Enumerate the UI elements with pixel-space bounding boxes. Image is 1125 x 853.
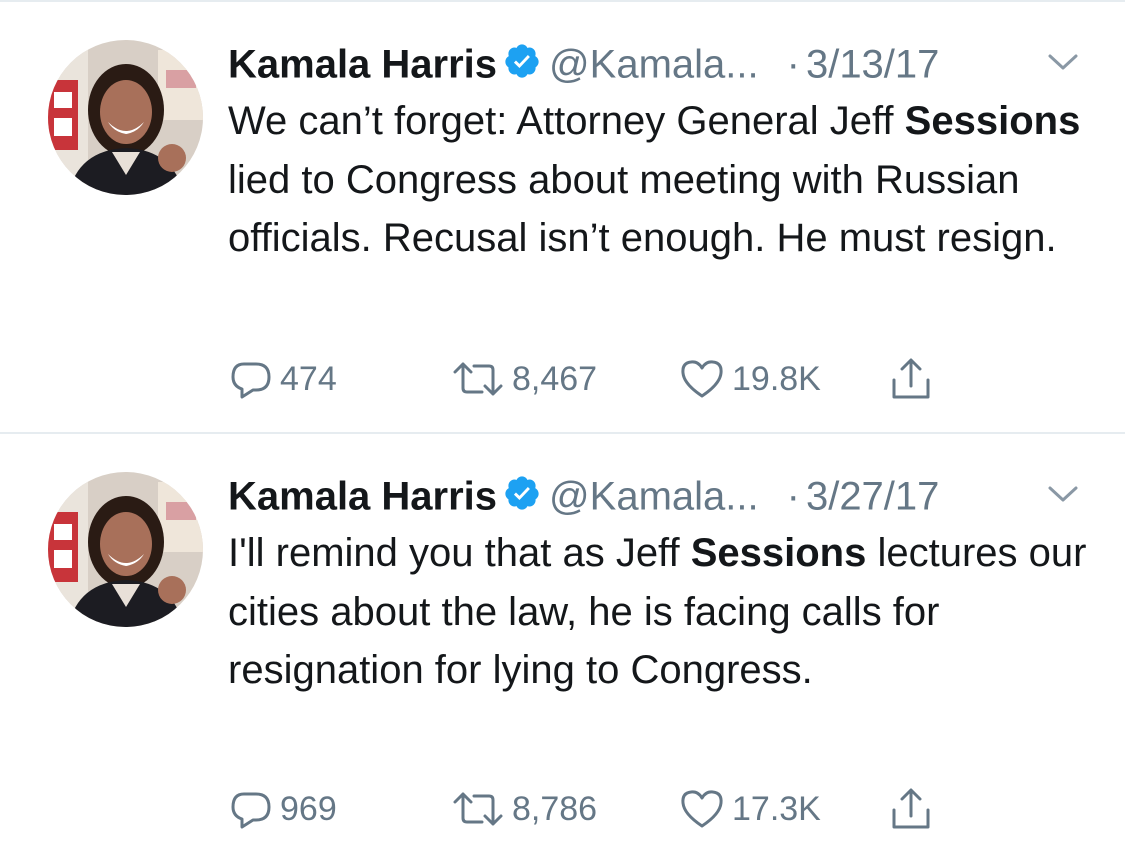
avatar[interactable]	[48, 472, 203, 627]
author-handle[interactable]: @Kamala...	[549, 474, 759, 518]
author-name[interactable]: Kamala Harris	[228, 42, 497, 86]
share-icon	[892, 788, 930, 829]
reply-count: 474	[280, 360, 337, 398]
chevron-down-icon[interactable]	[1046, 484, 1080, 504]
verified-badge-icon	[505, 44, 539, 79]
share-button[interactable]	[888, 784, 934, 834]
tweet[interactable]: Kamala Harris @Kamala... · 3/13/17 We can’t…	[0, 2, 1125, 432]
tweet-text-highlight: Sessions	[690, 531, 867, 575]
share-button[interactable]	[888, 354, 934, 404]
tweet-text: We can’t forget: Attorney General Jeff S…	[228, 92, 1088, 268]
tweet-actions: 474 8,467 19.8K	[228, 354, 988, 404]
tweet[interactable]: Kamala Harris @Kamala... · 3/27/17 I'll rem…	[0, 434, 1125, 853]
tweet-date[interactable]: 3/27/17	[806, 474, 939, 518]
author-name[interactable]: Kamala Harris	[228, 474, 497, 518]
profile-photo-icon	[48, 472, 203, 627]
reply-count: 969	[280, 790, 337, 828]
tweet-date[interactable]: 3/13/17	[806, 42, 939, 86]
retweet-button[interactable]: 8,467	[450, 354, 597, 404]
tweet-text-part: lied to Congress about meeting with Russ…	[228, 157, 1057, 261]
tweet-text-part: We can’t forget: Attorney General Jeff	[228, 99, 905, 143]
reply-icon	[231, 792, 271, 829]
tweet-header: Kamala Harris @Kamala... · 3/27/17	[228, 468, 1098, 520]
tweet-text-highlight: Sessions	[904, 99, 1081, 143]
author-handle[interactable]: @Kamala...	[549, 42, 759, 86]
like-button[interactable]: 19.8K	[678, 354, 821, 404]
retweet-count: 8,786	[512, 790, 598, 828]
heart-icon	[681, 790, 723, 828]
verified-badge-icon	[505, 476, 539, 511]
retweet-icon	[453, 362, 503, 396]
tweet-header: Kamala Harris @Kamala... · 3/13/17	[228, 36, 1098, 88]
separator-dot: ·	[786, 42, 800, 87]
retweet-count: 8,467	[512, 360, 598, 398]
heart-icon	[681, 360, 723, 398]
tweet-actions: 969 8,786 17.3K	[228, 784, 988, 834]
retweet-icon	[453, 792, 503, 826]
retweet-button[interactable]: 8,786	[450, 784, 597, 834]
profile-photo-icon	[48, 40, 203, 195]
like-button[interactable]: 17.3K	[678, 784, 821, 834]
reply-button[interactable]: 474	[228, 354, 337, 404]
like-count: 19.8K	[732, 360, 821, 398]
avatar[interactable]	[48, 40, 203, 195]
separator-dot: ·	[786, 474, 800, 519]
like-count: 17.3K	[732, 790, 821, 828]
share-icon	[892, 358, 930, 399]
reply-icon	[231, 362, 271, 399]
chevron-down-icon[interactable]	[1046, 52, 1080, 72]
tweet-text: I'll remind you that as Jeff Sessions le…	[228, 524, 1088, 700]
tweet-text-part: I'll remind you that as Jeff	[228, 531, 691, 575]
reply-button[interactable]: 969	[228, 784, 337, 834]
